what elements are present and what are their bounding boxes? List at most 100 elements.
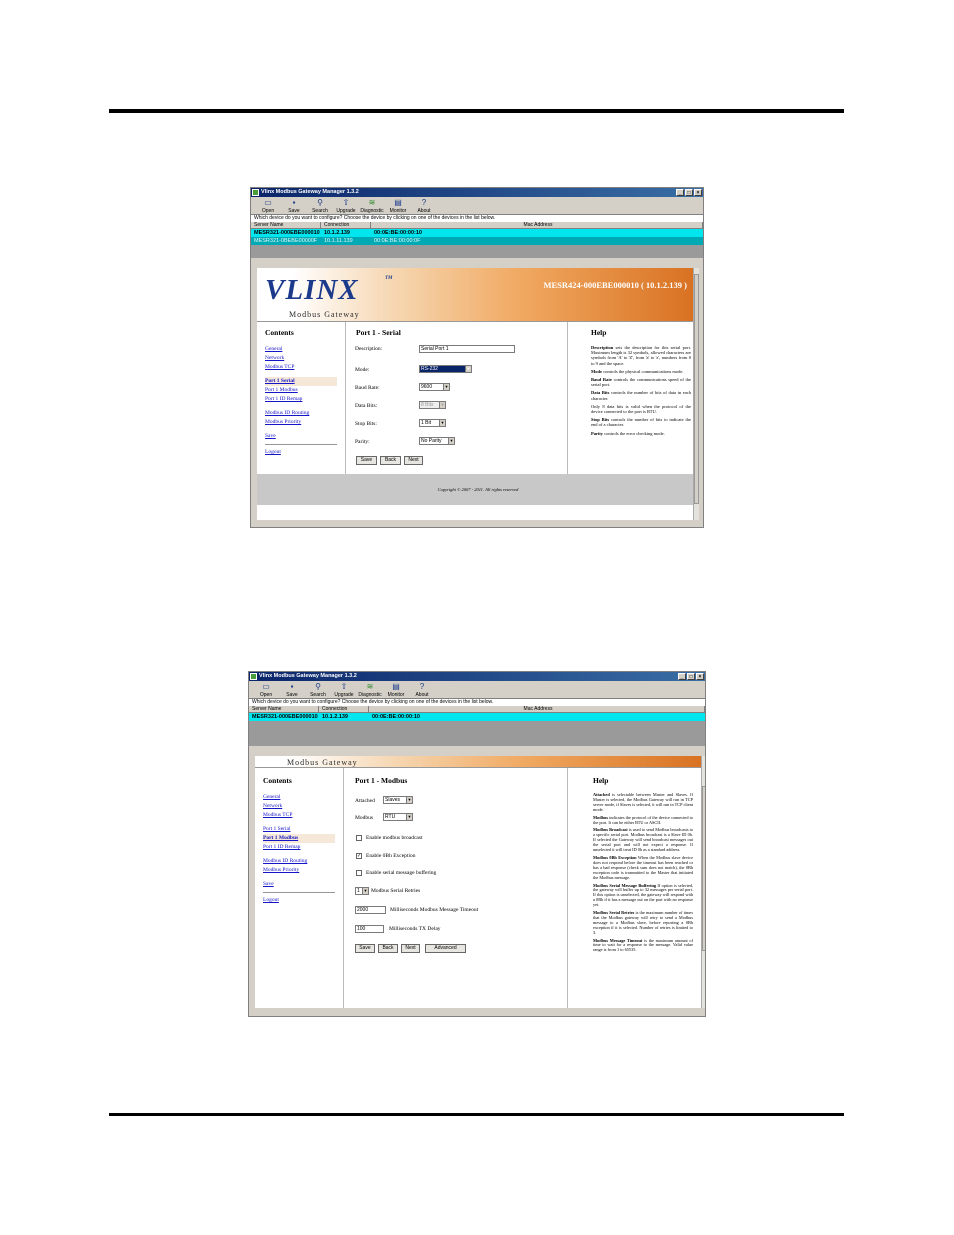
chevron-down-icon: ▼ [443,384,449,390]
help-message-buffering: Modbus Serial Message Buffering If optio… [593,882,694,908]
close-icon[interactable]: × [694,189,702,196]
help-data-bits: Data Bits controls the number of bits of… [591,390,692,401]
close-icon[interactable]: × [696,673,704,680]
stop-bits-select[interactable]: 1 Bit ▼ [419,419,446,427]
enable-buffering-checkbox[interactable] [356,870,362,876]
upgrade-icon: ⇧ [340,682,348,691]
nav-port1-modbus[interactable]: Port 1 Modbus [263,834,335,843]
serial-retries-select[interactable]: 1 ▼ [355,887,369,895]
nav-port1-modbus[interactable]: Port 1 Modbus [265,386,337,395]
col-mac-address[interactable]: Mac Address [371,222,703,228]
col-mac-address[interactable]: Mac Address [369,706,705,712]
page-bottom-rule [109,1113,844,1116]
monitor-icon: ▤ [394,198,402,207]
monitor-button[interactable]: ▤ Monitor [386,198,410,215]
nav-network[interactable]: Network [263,802,335,811]
nav-modbus-tcp[interactable]: Modbus TCP [265,363,337,372]
diagnostic-button[interactable]: ≋ Diagnostic [358,682,382,699]
search-button[interactable]: ⚲ Search [308,199,332,215]
enable-0bh-exception-checkbox[interactable]: ✓ [356,853,362,859]
maximize-icon[interactable]: □ [685,189,693,196]
advanced-button[interactable]: Advanced [425,944,466,953]
app-icon [252,189,259,196]
search-button[interactable]: ⚲ Search [306,683,330,699]
baud-rate-select[interactable]: 9600 ▼ [419,383,450,391]
device-row[interactable]: MESR321-000EBE000010 10.1.2.139 00:0E:BE… [251,229,703,237]
brand-banner: Modbus Gateway [255,756,705,768]
save-button[interactable]: Save [355,944,375,953]
back-button[interactable]: Back [380,456,401,465]
device-row[interactable]: MESR321-0BEBE00000F 10.1.11.139 00:0E:BE… [251,237,703,245]
save-button[interactable]: ▪ Save [282,199,306,215]
mode-select[interactable]: RS-232 ▼ [419,365,472,373]
vertical-scrollbar[interactable] [701,756,705,1008]
description-input[interactable]: Serial Port 1 [419,345,515,353]
next-button[interactable]: Next [401,944,420,953]
about-button[interactable]: ? About [410,683,434,699]
device-row[interactable]: MESR321-000EBE000010 10.1.2.139 00:0E:BE… [249,713,705,721]
col-connection[interactable]: Connection [319,706,369,712]
device-list-empty-area [251,245,703,258]
help-message-timeout: Modbus Message Timeout is the maximum am… [593,937,694,953]
open-button[interactable]: ▭ Open [256,198,280,215]
nav-modbus-id-routing[interactable]: Modbus ID Routing [265,409,337,418]
tx-delay-input[interactable]: 100 [355,925,384,933]
col-server-name[interactable]: Server Name [249,706,319,712]
contents-heading: Contents [263,776,292,785]
device-list-header: Server Name Connection Mac Address [251,222,703,229]
upgrade-button[interactable]: ⇧ Upgrade [332,682,356,699]
upgrade-button[interactable]: ⇧ Upgrade [334,198,358,215]
folder-icon: ▭ [262,682,270,691]
upgrade-icon: ⇧ [342,198,350,207]
nav-general[interactable]: General [265,345,337,354]
nav-logout[interactable]: Logout [263,896,335,905]
nav-modbus-tcp[interactable]: Modbus TCP [263,811,335,820]
nav-modbus-priority[interactable]: Modbus Priority [265,418,337,427]
web-config-page: VLINX TM Modbus Gateway MESR424-000EBE00… [257,268,699,520]
brand-subtitle: Modbus Gateway [287,758,358,767]
vertical-scrollbar[interactable] [693,268,699,520]
about-button[interactable]: ? About [412,199,436,215]
stop-bits-label: Stop Bits: [355,421,377,427]
nav-modbus-id-routing[interactable]: Modbus ID Routing [263,857,335,866]
nav-save[interactable]: Save [265,432,337,441]
help-modbus: Modbus indicates the protocol of the dev… [593,814,693,825]
back-button[interactable]: Back [378,944,398,953]
enable-broadcast-checkbox[interactable] [356,835,362,841]
help-data-bits-note: Only 8 data bits is valid when the proto… [591,403,691,415]
attached-select[interactable]: Slaves ▼ [383,796,413,804]
nav-port1-id-remap[interactable]: Port 1 ID Remap [263,843,335,852]
save-button[interactable]: ▪ Save [280,683,304,699]
monitor-button[interactable]: ▤ Monitor [384,683,408,699]
nav-general[interactable]: General [263,793,335,802]
toolbar: ▭ Open ▪ Save ⚲ Search ⇧ Upgrade ≋ Diagnostic… [249,681,705,699]
parity-select[interactable]: No Parity ▼ [419,437,455,445]
nav-port1-id-remap[interactable]: Port 1 ID Remap [265,395,337,404]
nav-save[interactable]: Save [263,880,335,889]
nav-modbus-priority[interactable]: Modbus Priority [263,866,335,875]
col-connection[interactable]: Connection [321,222,371,228]
maximize-icon[interactable]: □ [687,673,695,680]
nav-port1-serial[interactable]: Port 1 Serial [263,825,335,834]
section-title: Port 1 - Modbus [355,776,408,785]
contents-nav: Contents General Network Modbus TCP Port… [263,776,335,905]
gateway-manager-window-modbus: Vlinx Modbus Gateway Manager 1.3.2 _ □ × ▭… [248,671,706,1017]
nav-port1-serial[interactable]: Port 1 Serial [265,377,337,386]
diagnostic-icon: ≋ [366,682,374,691]
help-baud-rate: Baud Rate controls the communications sp… [591,377,692,388]
save-button[interactable]: Save [356,456,377,465]
minimize-icon[interactable]: _ [678,673,686,680]
nav-logout[interactable]: Logout [265,448,337,457]
nav-network[interactable]: Network [265,354,337,363]
folder-icon: ▭ [264,198,272,207]
next-button[interactable]: Next [404,456,423,465]
col-server-name[interactable]: Server Name [251,222,321,228]
mode-label: Mode: [355,367,370,373]
message-timeout-input[interactable]: 2000 [355,906,386,914]
diagnostic-button[interactable]: ≋ Diagnostic [360,199,384,215]
minimize-icon[interactable]: _ [676,189,684,196]
gateway-manager-window-serial: Vlinx Modbus Gateway Manager 1.3.2 _ □ × ▭… [250,187,704,528]
modbus-protocol-select[interactable]: RTU ▼ [383,813,413,821]
data-bits-select[interactable]: 8 Bits ▼ [419,401,446,409]
open-button[interactable]: ▭ Open [254,682,278,699]
